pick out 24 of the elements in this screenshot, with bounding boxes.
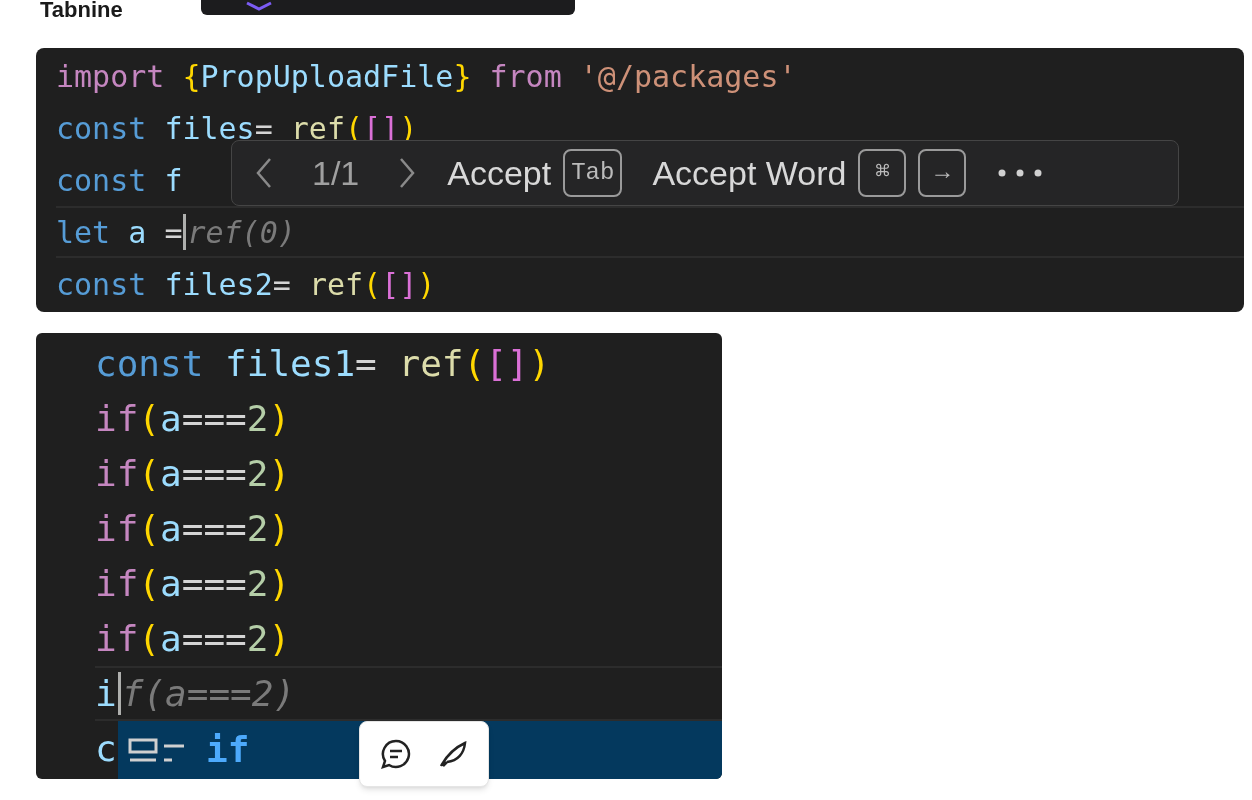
code-line: import {PropUploadFile} from '@/packages' bbox=[56, 57, 797, 96]
key-hint: → bbox=[918, 149, 967, 197]
accept-button[interactable]: Accept bbox=[447, 147, 552, 199]
key-hint: ⌘ bbox=[858, 149, 907, 197]
heading-text: Tabnine bbox=[40, 0, 123, 23]
chat-bubble-icon[interactable] bbox=[380, 738, 412, 770]
code-line: c bbox=[95, 726, 117, 771]
code-line: const files1= ref([]) bbox=[95, 341, 551, 386]
more-icon[interactable] bbox=[998, 169, 1043, 177]
code-line: if(a===2) bbox=[95, 396, 291, 441]
code-line: const f bbox=[56, 161, 183, 200]
code-line: let a = ref(0) bbox=[56, 206, 1244, 258]
code-line: if(a===2) bbox=[95, 451, 291, 496]
code-line: i f(a===2) bbox=[95, 666, 722, 721]
code-line: if(a===2) bbox=[95, 506, 291, 551]
feather-icon[interactable] bbox=[438, 739, 468, 769]
chevron-left-icon[interactable] bbox=[254, 156, 274, 190]
suggestion-label: if bbox=[206, 728, 250, 772]
code-line: const files2= ref([]) bbox=[56, 265, 436, 304]
accept-button[interactable]: Accept Word bbox=[652, 147, 847, 199]
key-hint: Tab bbox=[563, 149, 623, 197]
code-line: if(a===2) bbox=[95, 561, 291, 606]
suggestion-counter: 1/1 bbox=[311, 152, 361, 194]
code-line: if(a===2) bbox=[95, 616, 291, 661]
